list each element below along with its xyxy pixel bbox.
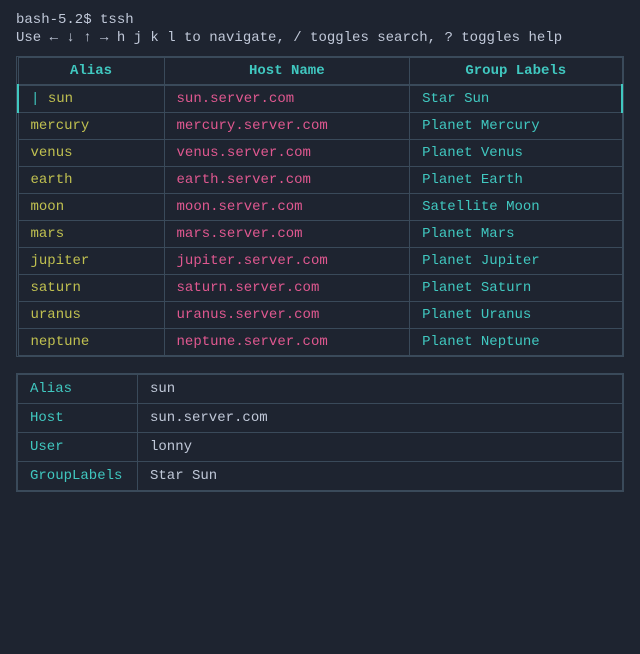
group-cell: Satellite Moon [410,194,622,221]
alias-cell: venus [18,140,164,167]
host-cell: jupiter.server.com [164,248,410,275]
alias-cell: earth [18,167,164,194]
header-host: Host Name [164,58,410,86]
group-cell: Star Sun [410,85,622,113]
group-cell: Planet Earth [410,167,622,194]
table-row[interactable]: saturnsaturn.server.comPlanet Saturn [18,275,622,302]
group-cell: Planet Mercury [410,113,622,140]
alias-cell: mercury [18,113,164,140]
host-cell: mars.server.com [164,221,410,248]
host-cell: saturn.server.com [164,275,410,302]
group-cell: Planet Venus [410,140,622,167]
alias-cell: mars [18,221,164,248]
table-row[interactable]: jupiterjupiter.server.comPlanet Jupiter [18,248,622,275]
detail-label: Host [18,404,138,433]
detail-row: Userlonny [18,433,623,462]
table-row[interactable]: earthearth.server.comPlanet Earth [18,167,622,194]
table-header-row: Alias Host Name Group Labels [18,58,622,86]
main-table-container: Alias Host Name Group Labels | sunsun.se… [16,56,624,357]
host-cell: uranus.server.com [164,302,410,329]
group-cell: Planet Uranus [410,302,622,329]
detail-table-container: AliassunHostsun.server.comUserlonnyGroup… [16,373,624,492]
group-cell: Planet Mars [410,221,622,248]
alias-cell: neptune [18,329,164,356]
header-alias: Alias [18,58,164,86]
alias-cell: | sun [18,85,164,113]
group-cell: Planet Neptune [410,329,622,356]
table-row[interactable]: moonmoon.server.comSatellite Moon [18,194,622,221]
server-table: Alias Host Name Group Labels | sunsun.se… [17,57,623,356]
detail-value: Star Sun [138,462,623,491]
host-cell: venus.server.com [164,140,410,167]
table-row[interactable]: neptuneneptune.server.comPlanet Neptune [18,329,622,356]
detail-row: Aliassun [18,375,623,404]
header-group: Group Labels [410,58,622,86]
group-cell: Planet Saturn [410,275,622,302]
table-row[interactable]: venusvenus.server.comPlanet Venus [18,140,622,167]
detail-label: User [18,433,138,462]
alias-cell: moon [18,194,164,221]
detail-value: lonny [138,433,623,462]
host-cell: mercury.server.com [164,113,410,140]
alias-cell: uranus [18,302,164,329]
group-cell: Planet Jupiter [410,248,622,275]
detail-label: GroupLabels [18,462,138,491]
detail-table: AliassunHostsun.server.comUserlonnyGroup… [17,374,623,491]
table-row[interactable]: | sunsun.server.comStar Sun [18,85,622,113]
table-row[interactable]: mercurymercury.server.comPlanet Mercury [18,113,622,140]
host-cell: earth.server.com [164,167,410,194]
detail-row: GroupLabelsStar Sun [18,462,623,491]
detail-value: sun.server.com [138,404,623,433]
alias-cell: jupiter [18,248,164,275]
detail-value: sun [138,375,623,404]
table-row[interactable]: marsmars.server.comPlanet Mars [18,221,622,248]
host-cell: moon.server.com [164,194,410,221]
host-cell: neptune.server.com [164,329,410,356]
detail-row: Hostsun.server.com [18,404,623,433]
detail-label: Alias [18,375,138,404]
host-cell: sun.server.com [164,85,410,113]
terminal-prompt: bash-5.2$ tssh [16,12,624,28]
alias-cell: saturn [18,275,164,302]
table-row[interactable]: uranusuranus.server.comPlanet Uranus [18,302,622,329]
terminal-help: Use ← ↓ ↑ → h j k l to navigate, / toggl… [16,30,624,46]
